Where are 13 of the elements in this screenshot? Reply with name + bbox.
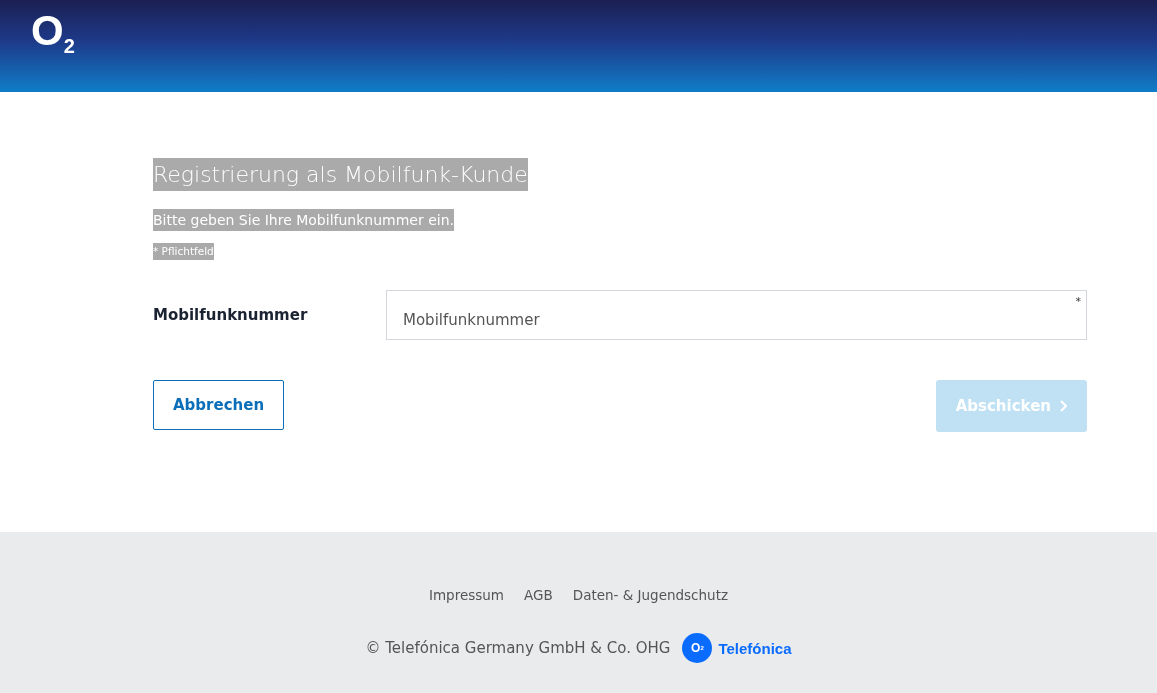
footer-link[interactable]: Daten- & Jugendschutz: [572, 587, 729, 603]
brand-name: Telefónica: [718, 639, 792, 657]
required-note: * Pflichtfeld: [153, 243, 214, 260]
o2-logo: O$_{2}$: [31, 10, 75, 56]
intro-text: Bitte geben Sie Ihre Mobilfunknummer ein.: [153, 209, 454, 231]
required-mark: *: [1075, 295, 1081, 308]
footer-link[interactable]: AGB: [524, 587, 553, 603]
cancel-button[interactable]: Abbrechen: [153, 380, 285, 430]
page-title: Registrierung als Mobilfunk-Kunde: [153, 158, 528, 191]
chevron-right-icon: [1059, 400, 1067, 412]
copyright-text: © Telefónica Germany GmbH & Co. OHG: [365, 639, 671, 657]
field-label: Mobilfunknummer: [153, 306, 309, 324]
footer-link[interactable]: Impressum: [428, 587, 504, 603]
